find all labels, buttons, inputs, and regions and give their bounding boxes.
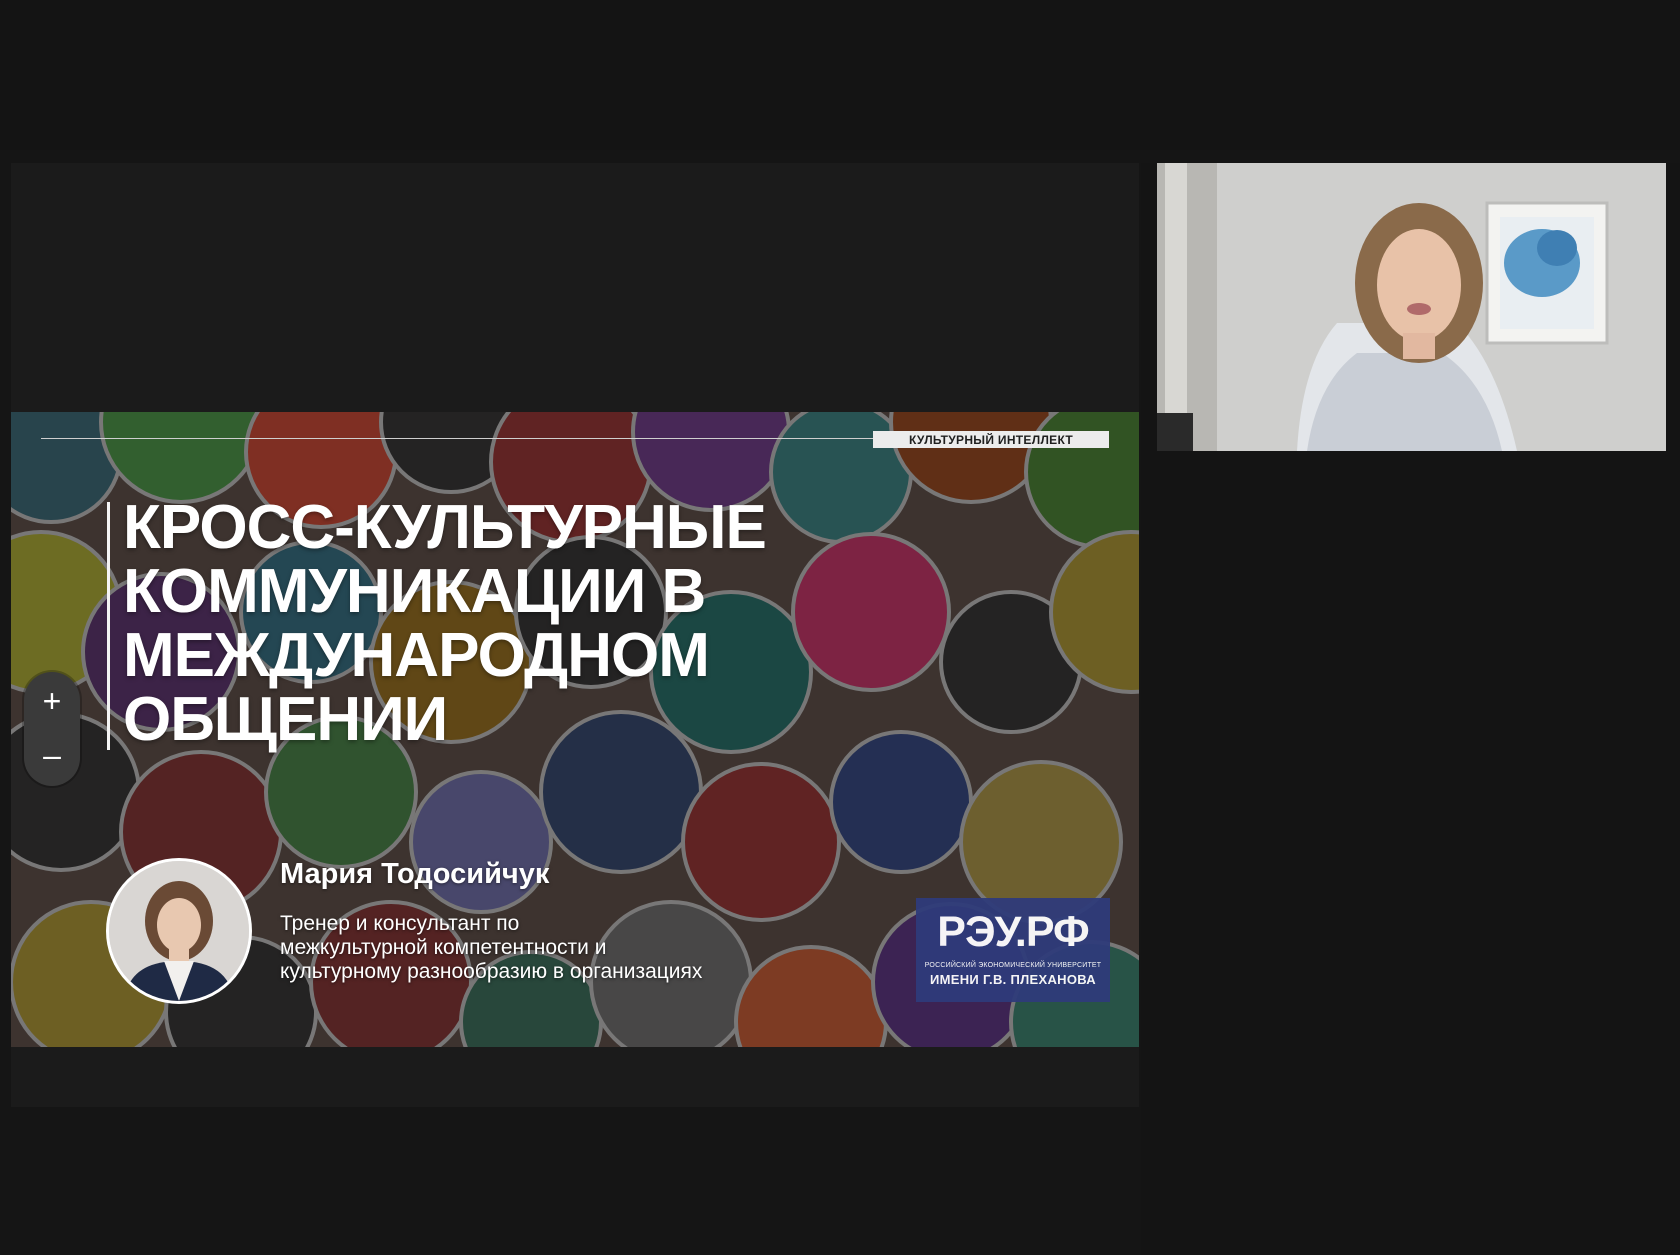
university-logo: РЭУ.РФ РОССИЙСКИЙ ЭКОНОМИЧЕСКИЙ УНИВЕРСИ…: [916, 898, 1110, 1002]
presenter-description: Тренер и консультант по межкультурной ко…: [280, 912, 800, 984]
slide-top-line: [41, 438, 881, 439]
slide-title-line: ОБЩЕНИИ: [123, 685, 448, 754]
webcam-video-image: [1157, 163, 1666, 451]
zoom-in-button[interactable]: +: [24, 676, 80, 726]
logo-subtitle: РОССИЙСКИЙ ЭКОНОМИЧЕСКИЙ УНИВЕРСИТЕТ: [924, 962, 1102, 969]
slide-title-line: КОММУНИКАЦИИ В: [123, 557, 706, 626]
top-bar: [0, 0, 1680, 150]
slide-title: КРОСС-КУЛЬТУРНЫЕ КОММУНИКАЦИИ В МЕЖДУНАР…: [123, 496, 883, 752]
presentation-slide: КУЛЬТУРНЫЙ ИНТЕЛЛЕКТ КРОСС-КУЛЬТУРНЫЕ КО…: [11, 412, 1139, 1047]
webcam-video-tile[interactable]: [1157, 163, 1666, 451]
title-accent-bar: [107, 502, 110, 750]
presenter-photo: [106, 858, 252, 1004]
zoom-control: + –: [24, 672, 80, 786]
slide-title-line: КРОСС-КУЛЬТУРНЫЕ: [123, 493, 767, 562]
zoom-out-button[interactable]: –: [24, 730, 80, 780]
logo-main-text: РЭУ.РФ: [937, 908, 1089, 956]
slide-title-line: МЕЖДУНАРОДНОМ: [123, 621, 710, 690]
bottom-area: [0, 1107, 1141, 1255]
presenter-photo-image: [109, 861, 249, 1001]
presenter-description-line: культурному разнообразию в организациях: [280, 960, 703, 983]
presenter-name: Мария Тодосийчук: [280, 858, 550, 890]
presenter-description-line: межкультурной компетентности и: [280, 936, 607, 959]
logo-subtitle-bold: ИМЕНИ Г.В. ПЛЕХАНОВА: [930, 972, 1096, 987]
slide-category-tag: КУЛЬТУРНЫЙ ИНТЕЛЛЕКТ: [873, 431, 1109, 448]
presenter-description-line: Тренер и консультант по: [280, 912, 520, 935]
